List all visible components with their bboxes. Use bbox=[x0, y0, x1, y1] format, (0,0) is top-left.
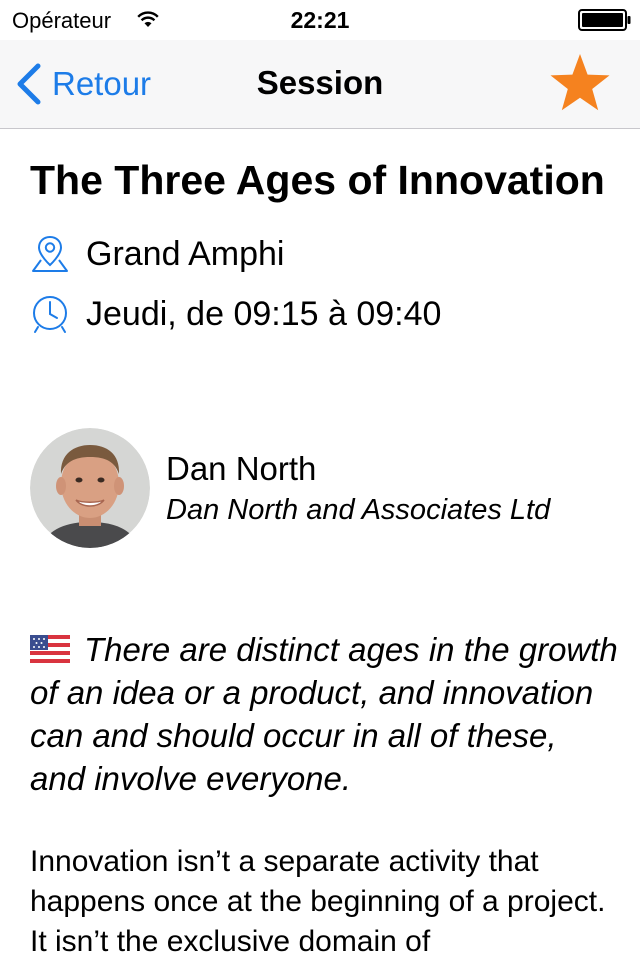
speaker-name[interactable]: Dan North bbox=[166, 450, 316, 488]
session-title: The Three Ages of Innovation bbox=[30, 157, 605, 203]
schedule-label: Jeudi, de 09:15 à 09:40 bbox=[86, 294, 442, 333]
clock-icon bbox=[33, 296, 67, 333]
speaker-company: Dan North and Associates Ltd bbox=[166, 494, 551, 526]
session-description: Innovation isn’t a separate activity tha… bbox=[30, 845, 606, 958]
avatar[interactable] bbox=[30, 428, 150, 548]
location-pin-icon bbox=[32, 235, 68, 272]
session-summary: There are distinct ages in the growth of… bbox=[30, 628, 620, 800]
location-row: Grand Amphi bbox=[30, 224, 610, 284]
us-flag-icon bbox=[30, 635, 70, 663]
back-label: Retour bbox=[52, 65, 152, 102]
summary-text: There are distinct ages in the growth of… bbox=[30, 631, 618, 797]
favorite-star-icon[interactable] bbox=[548, 52, 612, 114]
location-label: Grand Amphi bbox=[86, 234, 285, 273]
speaker-row[interactable]: Dan North Dan North and Associates Ltd bbox=[30, 428, 630, 550]
status-bar: Opérateur 22:21 bbox=[0, 0, 640, 40]
navigation-bar: Retour Session bbox=[0, 40, 640, 129]
back-button[interactable]: Retour bbox=[14, 62, 151, 106]
chevron-left-icon bbox=[17, 63, 41, 105]
schedule-row: Jeudi, de 09:15 à 09:40 bbox=[30, 284, 610, 344]
session-details: The Three Ages of Innovation Grand Amphi… bbox=[30, 150, 610, 344]
battery-icon bbox=[578, 9, 631, 31]
clock: 22:21 bbox=[290, 7, 350, 33]
